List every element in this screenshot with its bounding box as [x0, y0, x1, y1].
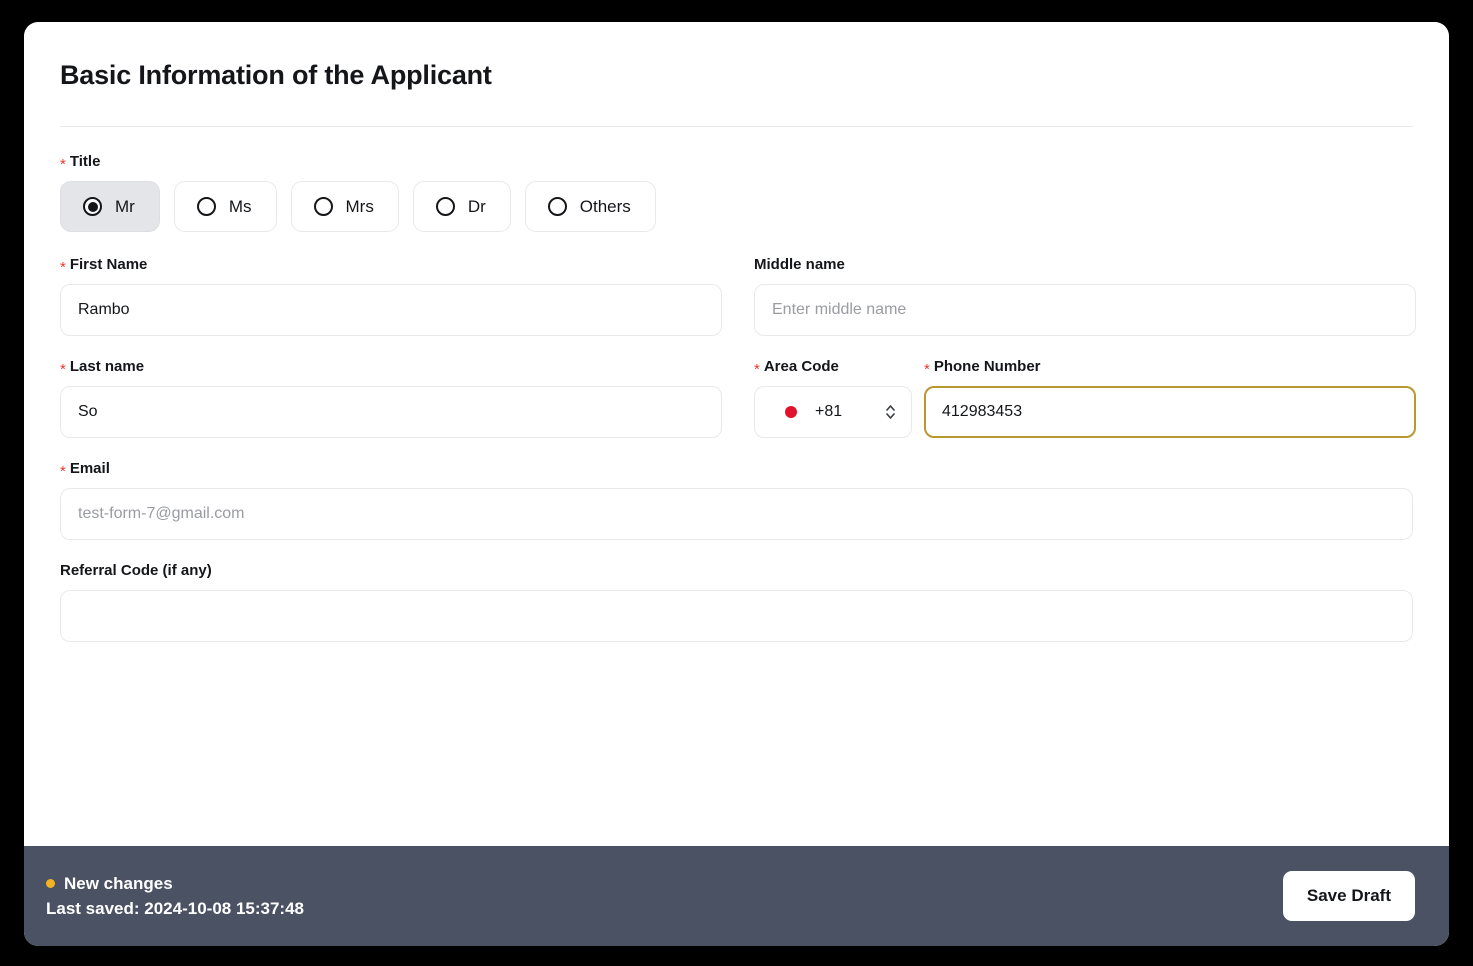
referral-code-label-text: Referral Code (if any) [60, 562, 212, 579]
save-draft-button[interactable]: Save Draft [1282, 871, 1415, 921]
save-status: New changes Last saved: 2024-10-08 15:37… [46, 874, 304, 919]
email-row: * Email [60, 460, 1413, 540]
phone-number-label: * Phone Number [924, 358, 1041, 378]
required-marker: * [754, 361, 760, 378]
referral-row: Referral Code (if any) [60, 562, 1413, 642]
email-label-text: Email [69, 460, 110, 477]
area-code-col: +81 [754, 386, 912, 438]
last-saved-text: Last saved: 2024-10-08 15:37:48 [46, 898, 304, 918]
title-radio-group: Mr Ms Mrs Dr Others [60, 181, 1413, 232]
radio-label: Ms [228, 196, 252, 216]
radio-label: Mrs [345, 196, 374, 216]
first-name-label: * First Name [60, 256, 722, 276]
area-code-label: * Area Code [754, 358, 924, 378]
new-changes-status: New changes [46, 874, 304, 894]
radio-option-others[interactable]: Others [524, 181, 656, 232]
phone-number-input[interactable] [924, 386, 1416, 438]
radio-unselected-icon [435, 197, 455, 216]
first-name-input[interactable] [60, 284, 722, 336]
page-title: Basic Information of the Applicant [60, 60, 492, 90]
radio-unselected-icon [547, 197, 567, 216]
form-footer: New changes Last saved: 2024-10-08 15:37… [24, 846, 1449, 946]
first-name-group: * First Name [60, 256, 722, 336]
app-root: Basic Information of the Applicant * Tit… [0, 0, 1473, 966]
radio-label: Mr [115, 196, 135, 216]
area-code-label-text: Area Code [763, 358, 839, 375]
japan-flag-icon [779, 403, 803, 421]
last-name-group: * Last name [60, 358, 722, 438]
last-name-label: * Last name [60, 358, 722, 378]
area-code-value: +81 [815, 403, 843, 420]
phone-inputs-row: +81 [754, 386, 1416, 438]
phone-number-label-text: Phone Number [933, 358, 1041, 375]
referral-code-group: Referral Code (if any) [60, 562, 1413, 642]
form-card: Basic Information of the Applicant * Tit… [24, 22, 1449, 946]
phone-labels: * Area Code * Phone Number [754, 358, 1416, 386]
first-name-label-text: First Name [69, 256, 148, 273]
radio-option-mr[interactable]: Mr [60, 181, 160, 232]
email-input[interactable] [60, 488, 1413, 540]
form-body: Basic Information of the Applicant * Tit… [24, 22, 1449, 846]
middle-name-input[interactable] [754, 284, 1416, 336]
email-group: * Email [60, 460, 1413, 540]
required-marker: * [924, 361, 930, 378]
area-code-select[interactable]: +81 [754, 386, 912, 438]
chevron-up-down-icon [884, 402, 897, 422]
middle-name-label-text: Middle name [754, 256, 845, 273]
radio-unselected-icon [313, 197, 333, 216]
header-divider [60, 126, 1413, 127]
required-marker: * [60, 156, 66, 173]
radio-unselected-icon [196, 197, 216, 216]
referral-code-input[interactable] [60, 590, 1413, 642]
radio-option-dr[interactable]: Dr [412, 181, 511, 232]
middle-name-label: Middle name [754, 256, 1416, 273]
phone-number-col [924, 386, 1416, 438]
radio-label: Others [579, 196, 631, 216]
middle-name-group: Middle name [754, 256, 1416, 336]
radio-option-mrs[interactable]: Mrs [290, 181, 399, 232]
required-marker: * [60, 463, 66, 480]
phone-group: * Area Code * Phone Number +81 [754, 358, 1416, 438]
contact-row: * Last name * Area Code * Phone Number [60, 358, 1416, 438]
referral-code-label: Referral Code (if any) [60, 562, 1413, 579]
radio-label: Dr [467, 196, 486, 216]
required-marker: * [60, 361, 66, 378]
status-dot-icon [46, 879, 55, 888]
last-name-label-text: Last name [69, 358, 145, 375]
radio-selected-icon [83, 197, 102, 216]
new-changes-label: New changes [64, 873, 173, 893]
last-name-input[interactable] [60, 386, 722, 438]
title-field-label: * Title [60, 153, 1413, 173]
required-marker: * [60, 259, 66, 276]
email-label: * Email [60, 460, 1413, 480]
title-label-text: Title [69, 153, 101, 170]
radio-option-ms[interactable]: Ms [173, 181, 277, 232]
name-row: * First Name Middle name [60, 256, 1416, 336]
